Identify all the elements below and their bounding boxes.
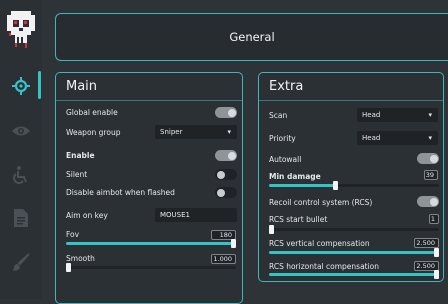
panel-title: Extra: [269, 79, 304, 94]
skull-logo-icon: [6, 9, 36, 49]
paintbrush-icon[interactable]: [9, 250, 33, 274]
fov-label: Fov: [66, 230, 80, 239]
rcs-vertical-slider-thumb[interactable]: [434, 248, 439, 257]
silent-toggle[interactable]: [215, 169, 237, 180]
autowall-label: Autowall: [269, 155, 302, 164]
divider: [259, 100, 443, 101]
priority-label: Priority: [269, 134, 296, 143]
divider: [56, 100, 242, 101]
crosshair-icon[interactable]: [9, 74, 33, 98]
fov-slider-thumb[interactable]: [231, 239, 236, 248]
rcs-start-slider[interactable]: [269, 225, 439, 234]
weapon-group-label: Weapon group: [66, 128, 121, 137]
header-tab-general[interactable]: General: [55, 13, 448, 61]
page-title: General: [229, 30, 275, 44]
wheelchair-icon[interactable]: [9, 163, 33, 187]
global-enable-toggle[interactable]: [215, 107, 237, 118]
rcs-start-value[interactable]: 1: [429, 214, 439, 224]
enable-label: Enable: [66, 151, 95, 160]
fov-slider[interactable]: [66, 239, 236, 248]
aim-key-label: Aim on key: [66, 211, 108, 220]
global-enable-label: Global enable: [66, 108, 118, 117]
disable-flashed-label: Disable aimbot when flashed: [66, 188, 175, 197]
rcs-vertical-value[interactable]: 2.500: [414, 238, 439, 248]
enable-toggle[interactable]: [215, 150, 237, 161]
chevron-down-icon: ▾: [227, 128, 231, 136]
panel-title: Main: [66, 79, 98, 94]
rcs-horizontal-slider-fill: [269, 273, 437, 276]
smooth-slider[interactable]: [66, 263, 236, 272]
disable-flashed-toggle[interactable]: [215, 187, 237, 198]
rcs-label: Recoil control system (RCS): [269, 198, 373, 207]
min-damage-slider-thumb[interactable]: [333, 181, 339, 190]
rcs-vertical-slider-fill: [269, 251, 437, 254]
rcs-horizontal-label: RCS horizontal compensation: [269, 262, 380, 271]
sidebar: [0, 0, 42, 299]
smooth-slider-thumb[interactable]: [66, 263, 71, 272]
rcs-start-slider-thumb[interactable]: [269, 225, 274, 234]
scan-label: Scan: [269, 111, 288, 120]
eye-icon[interactable]: [9, 119, 33, 143]
min-damage-slider[interactable]: [269, 181, 439, 190]
rcs-horizontal-slider-thumb[interactable]: [434, 270, 439, 279]
rcs-toggle[interactable]: [417, 196, 439, 207]
chevron-down-icon: ▾: [428, 111, 432, 119]
smooth-label: Smooth: [66, 254, 95, 263]
scan-select[interactable]: Head ▾: [357, 108, 438, 122]
rcs-vertical-slider[interactable]: [269, 248, 439, 257]
extra-panel: Extra Scan Head ▾ Priority Head ▾ Autowa…: [258, 72, 444, 282]
rcs-vertical-label: RCS vertical compensation: [269, 239, 370, 248]
min-damage-label: Min damage: [269, 172, 321, 181]
rcs-horizontal-slider[interactable]: [269, 270, 439, 279]
priority-select[interactable]: Head ▾: [357, 131, 438, 145]
autowall-toggle[interactable]: [417, 153, 439, 164]
smooth-value[interactable]: 1.000: [211, 254, 236, 264]
silent-label: Silent: [66, 170, 88, 179]
aim-key-input[interactable]: MOUSE1: [155, 208, 237, 222]
chevron-down-icon: ▾: [428, 134, 432, 142]
document-icon[interactable]: [9, 206, 33, 230]
weapon-group-select[interactable]: Sniper ▾: [155, 125, 237, 139]
rcs-start-label: RCS start bullet: [269, 215, 328, 224]
min-damage-slider-fill: [269, 184, 336, 187]
fov-slider-fill: [66, 242, 234, 245]
min-damage-value[interactable]: 39: [424, 170, 438, 180]
active-tab-indicator: [38, 71, 41, 99]
main-panel: Main Global enable Weapon group Sniper ▾…: [55, 72, 243, 304]
